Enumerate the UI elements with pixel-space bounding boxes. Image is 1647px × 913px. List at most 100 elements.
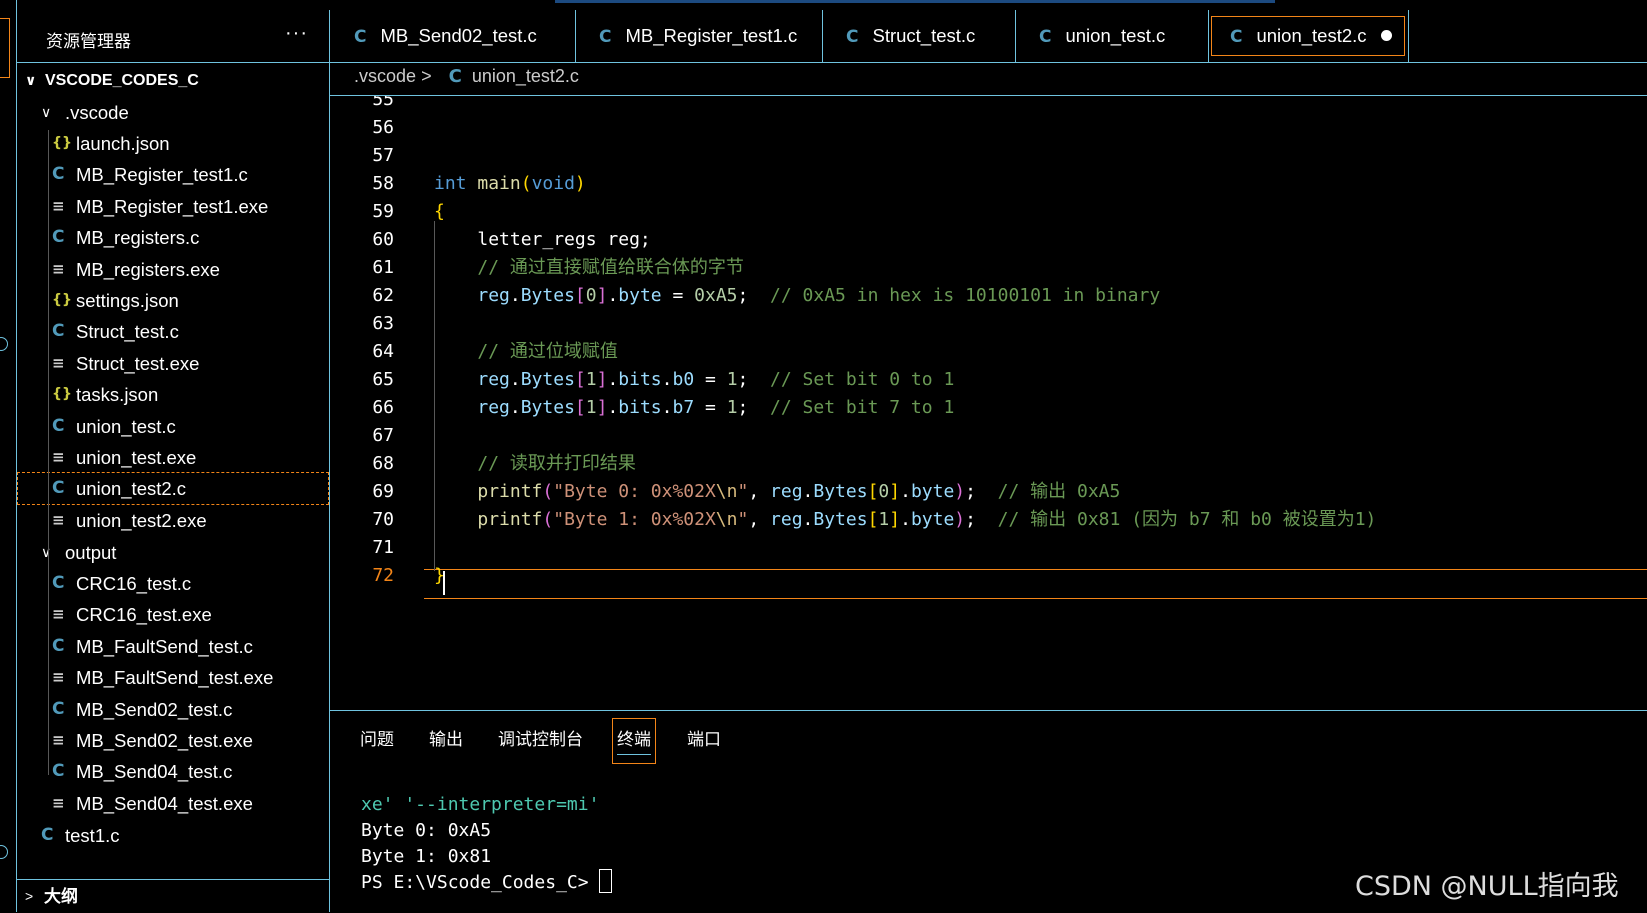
file-label: launch.json (76, 133, 170, 154)
panel-tab-ports[interactable]: 端口 (687, 718, 721, 762)
file-mb-send04-test-exe[interactable]: ≡ MB_Send04_test.exe (17, 787, 329, 820)
tab-mb-register-test1[interactable]: C MB_Register_test1.c (575, 10, 823, 62)
file-label: union_test.exe (76, 447, 197, 468)
file-tasks-json[interactable]: {} tasks.json (17, 378, 329, 411)
unsaved-dot-icon[interactable] (1380, 29, 1392, 41)
line-number: 56 (330, 114, 1647, 142)
chevron-down-icon: ∨ (25, 72, 37, 88)
file-mb-faultsend-test-exe[interactable]: ≡ MB_FaultSend_test.exe (17, 661, 329, 694)
explorer-activity-icon[interactable] (0, 18, 10, 78)
title-progress-strip (555, 0, 1275, 3)
code-line-68: // 读取并打印结果 (477, 453, 636, 474)
chevron-down-icon: ∨ (41, 104, 52, 120)
file-label: MB_Send02_test.exe (76, 730, 253, 751)
panel-tab-label: 终端 (617, 730, 651, 749)
line-number: 63 (330, 310, 1647, 338)
exe-file-icon: ≡ (52, 668, 65, 687)
explorer-title: 资源管理器 (46, 32, 131, 51)
more-actions-icon[interactable]: ··· (285, 22, 308, 45)
terminal-cursor (599, 869, 613, 893)
outline-label: 大纲 (44, 887, 78, 906)
outline-section[interactable]: > 大纲 (17, 879, 329, 913)
json-file-icon: {} (52, 292, 72, 308)
line-number: 71 (330, 534, 1647, 562)
line-number-label: 63 (372, 313, 394, 334)
exe-file-icon: ≡ (52, 605, 65, 624)
tab-label: union_test.c (1065, 25, 1166, 46)
folder-output[interactable]: ∨ output (17, 536, 329, 569)
workspace-label: VSCODE_CODES_C (45, 72, 199, 89)
file-label: union_test.c (76, 415, 176, 437)
exe-file-icon: ≡ (52, 448, 65, 466)
workspace-root[interactable]: ∨ VSCODE_CODES_C (17, 64, 329, 97)
file-mb-send04-test-c[interactable]: C MB_Send04_test.c (17, 755, 329, 788)
terminal-prompt[interactable]: PS E:\VScode_Codes_C> (361, 869, 613, 896)
code-editor[interactable]: 55 56 57 58 59 60 61 62 63 64 65 66 67 68 69 70 71 72 int… (330, 96, 1647, 710)
c-file-icon: C (52, 164, 65, 185)
file-label: MB_Send02_test.c (76, 698, 233, 720)
file-label: MB_registers.exe (76, 258, 220, 280)
file-test1-c[interactable]: C test1.c (17, 819, 329, 852)
file-label: Struct_test.c (76, 321, 179, 343)
file-union-test-exe[interactable]: ≡ union_test.exe (17, 441, 329, 474)
tab-label: Struct_test.c (872, 25, 976, 46)
file-struct-test-c[interactable]: C Struct_test.c (17, 315, 329, 348)
file-mb-registers-c[interactable]: C MB_registers.c (17, 221, 329, 254)
chevron-down-icon: ∨ (41, 544, 52, 560)
file-mb-registers-exe[interactable]: ≡ MB_registers.exe (17, 253, 329, 286)
breadcrumb-folder[interactable]: .vscode (354, 66, 416, 86)
c-file-icon: C (41, 825, 54, 845)
file-mb-faultsend-test-c[interactable]: C MB_FaultSend_test.c (17, 630, 329, 663)
folder-vscode[interactable]: ∨ .vscode (17, 96, 329, 129)
file-mb-send02-test-exe[interactable]: ≡ MB_Send02_test.exe (17, 724, 329, 757)
terminal-line: Byte 0: 0xA5 (361, 820, 492, 841)
exe-file-icon: ≡ (52, 259, 65, 278)
line-number-label: 67 (372, 425, 394, 446)
file-launch-json[interactable]: {} launch.json (17, 127, 329, 160)
tab-struct-test[interactable]: C Struct_test.c (822, 10, 1016, 62)
tab-union-test[interactable]: Cunion_test.c (1015, 10, 1209, 62)
code-line-70: printf("Byte 1: 0x%02X\n", reg.Bytes[1].… (477, 509, 1377, 530)
file-settings-json[interactable]: {} settings.json (17, 284, 329, 317)
tree-indent-guide (48, 130, 49, 775)
file-crc16-test-c[interactable]: C CRC16_test.c (17, 567, 329, 600)
tab-label: union_test2.c (1256, 25, 1367, 46)
file-label: MB_registers.c (76, 227, 200, 249)
file-label: union_test2.exe (76, 509, 207, 531)
file-label: MB_FaultSend_test.c (76, 635, 253, 657)
c-file-icon: C (1039, 27, 1052, 47)
breadcrumb-file[interactable]: union_test2.c (472, 66, 579, 86)
file-union-test2-c[interactable]: Cunion_test2.c (17, 472, 329, 506)
file-union-test-c[interactable]: Cunion_test.c (17, 410, 329, 443)
file-mb-send02-test-c[interactable]: C MB_Send02_test.c (17, 693, 329, 726)
c-file-icon: C (52, 321, 65, 342)
panel-tab-terminal[interactable]: 终端 (612, 718, 656, 764)
folder-label: output (65, 542, 117, 563)
source-control-activity-icon[interactable] (0, 337, 8, 351)
file-mb-register-test1-exe[interactable]: ≡ MB_Register_test1.exe (17, 190, 329, 223)
tab-label: MB_Register_test1.c (625, 25, 798, 46)
file-struct-test-exe[interactable]: ≡ Struct_test.exe (17, 347, 329, 380)
tab-mb-send02-test[interactable]: C MB_Send02_test.c (330, 10, 576, 62)
file-label: Struct_test.exe (76, 352, 200, 374)
panel-tab-problems[interactable]: 问题 (360, 718, 394, 762)
json-file-icon: {} (52, 386, 72, 403)
tab-union-test2[interactable]: Cunion_test2.c (1208, 10, 1409, 62)
c-file-icon: C (1230, 27, 1243, 47)
json-file-icon: {} (52, 135, 72, 151)
file-label: CRC16_test.c (76, 573, 192, 594)
file-label: MB_FaultSend_test.exe (76, 667, 274, 689)
editor-tab-bar: C MB_Send02_test.c C MB_Register_test1.c C… (330, 10, 1647, 63)
terminal-line: Byte 1: 0x81 (361, 846, 492, 867)
file-label: union_test2.c (76, 478, 187, 500)
c-file-icon: C (52, 478, 65, 499)
file-union-test2-exe[interactable]: ≡ union_test2.exe (17, 504, 329, 537)
code-line-66: reg.Bytes[1].bits.b7 = 1; // Set bit 7 t… (477, 397, 955, 418)
panel-tab-debug-console[interactable]: 调试控制台 (498, 718, 583, 762)
code-line-58: int main(void) (434, 173, 586, 194)
account-activity-icon[interactable] (0, 845, 8, 859)
file-mb-register-test1-c[interactable]: C MB_Register_test1.c (17, 158, 329, 191)
line-number-label: 55 (372, 96, 394, 110)
panel-tab-output[interactable]: 输出 (429, 718, 463, 762)
file-crc16-test-exe[interactable]: ≡ CRC16_test.exe (17, 598, 329, 631)
